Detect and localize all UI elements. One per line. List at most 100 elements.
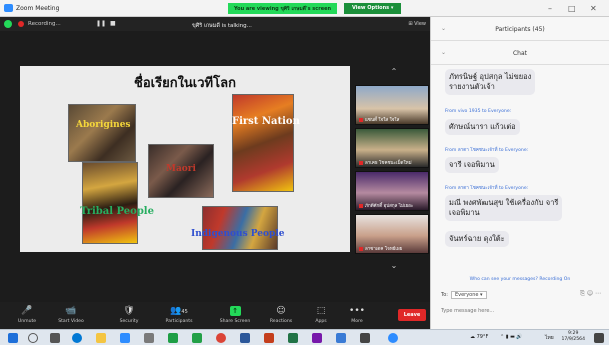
share-screen-button[interactable]: ↑ Share Screen xyxy=(216,305,254,324)
first-nation-photo xyxy=(232,94,294,192)
notification-icon[interactable] xyxy=(594,333,604,343)
gallery-tile[interactable]: ลาเคธ โชคชนะเม็ดใหม่ xyxy=(355,128,429,168)
chat-message: จันทร์ฉาย ดุงใต้ะ xyxy=(445,231,509,247)
viewing-banner: You are viewing ขุศิริ เกษมดี's screen xyxy=(228,3,338,14)
participant-name: แซนดี้ ใจใส ใจใส xyxy=(365,118,400,123)
chat-message: มณี พงศพัฒนสุข ใช้เครื่องกับ จารี เจอพิม… xyxy=(445,195,563,221)
view-options-button[interactable]: View Options ▾ xyxy=(344,3,402,14)
excel-icon[interactable] xyxy=(288,333,298,343)
talking-indicator: ขุศิริ เกษมดี is talking... xyxy=(192,23,252,29)
more-button[interactable]: ••• More xyxy=(338,305,376,324)
zoom-taskbar-icon[interactable] xyxy=(120,333,130,343)
file-explorer-icon[interactable] xyxy=(96,333,106,343)
to-label: To: xyxy=(441,292,448,298)
view-button[interactable]: ⊞ View xyxy=(408,21,426,27)
window-titlebar: Zoom Meeting You are viewing ขุศิริ เกษม… xyxy=(0,0,609,17)
chat-message: ภัทรนิษฐ์ อุปสกุล ไม่ขยอง รายงานตัวเจ้า xyxy=(445,69,536,95)
participant-name: ลาซาเดค โจทย์เผย xyxy=(365,247,403,252)
chat-message: ศักษณ์นารา แก้วเต่อ xyxy=(445,119,520,135)
more-options-icon[interactable]: ⋯ xyxy=(595,290,601,297)
chat-message-input[interactable] xyxy=(441,302,601,320)
weather-icon[interactable]: ☁ 79°F xyxy=(470,334,488,340)
pinned-app-icon[interactable] xyxy=(192,333,202,343)
pinned-app-icon[interactable] xyxy=(336,333,346,343)
shield-icon: 🛡 xyxy=(123,306,135,316)
minimize-icon[interactable]: – xyxy=(548,4,552,13)
chat-icons: ⎘ ☺ ⋯ xyxy=(580,290,601,298)
meeting-top-bar: Recording... ❚❚ ■ ขุศิริ เกษมดี is talki… xyxy=(0,17,430,31)
reactions-button[interactable]: ☺ Reactions xyxy=(262,305,300,324)
indigenous-people-photo xyxy=(202,206,278,250)
task-view-icon[interactable] xyxy=(50,333,60,343)
tile-name: ภักดีศักดิ์ อุปสกุล ไม่เยอะ xyxy=(359,202,413,209)
chat-sender: From ลาดา โชคชนะเจ้าที่ to Everyone: xyxy=(445,148,529,153)
chrome-icon[interactable] xyxy=(216,333,226,343)
muted-mic-icon xyxy=(359,203,363,208)
system-clock[interactable]: 9:29 17/9/2564 xyxy=(561,331,585,343)
recording-label: Recording... xyxy=(28,21,61,27)
encryption-shield-icon[interactable] xyxy=(4,20,12,28)
word-icon[interactable] xyxy=(240,333,250,343)
gallery-up-icon[interactable]: ⌃ xyxy=(382,67,406,81)
side-panel: ⌄ Participants (45) ⌄ Chat ภัทรนิษฐ์ อุป… xyxy=(430,17,609,329)
start-icon[interactable] xyxy=(8,333,18,343)
gallery-tile[interactable]: ภักดีศักดิ์ อุปสกุล ไม่เยอะ xyxy=(355,171,429,211)
meeting-area: Recording... ❚❚ ■ ขุศิริ เกษมดี is talki… xyxy=(0,17,430,302)
label-maori: Maori xyxy=(166,164,196,174)
participants-button[interactable]: 👥45 Participants xyxy=(160,305,198,324)
share-screen-label: Share Screen xyxy=(219,319,251,324)
stop-recording-button[interactable]: ■ xyxy=(110,20,116,27)
share-icon-wrap: ↑ xyxy=(216,305,254,317)
chat-message: จารี เจอพิมาน xyxy=(445,157,499,173)
video-camera-icon: 📹 xyxy=(65,306,77,316)
participants-icon-wrap: 👥45 xyxy=(160,305,198,317)
participant-count: 45 xyxy=(181,309,188,315)
search-icon[interactable] xyxy=(28,333,38,343)
recipient-dropdown[interactable]: Everyone ▾ xyxy=(450,291,487,299)
apps-label: Apps xyxy=(315,319,327,324)
tile-name: แซนดี้ ใจใส ใจใส xyxy=(359,116,399,123)
chat-sender: From vivo 1935 to Everyone: xyxy=(445,109,512,114)
pinned-app-icon[interactable] xyxy=(360,333,370,343)
powerpoint-icon[interactable] xyxy=(264,333,274,343)
leave-button[interactable]: Leave xyxy=(398,309,426,321)
edge-icon[interactable] xyxy=(72,333,82,343)
window-title: Zoom Meeting xyxy=(16,4,60,12)
share-screen-icon: ↑ xyxy=(229,306,241,316)
gallery-tile[interactable]: แซนดี้ ใจใส ใจใส xyxy=(355,85,429,125)
chat-messages: ภัทรนิษฐ์ อุปสกุล ไม่ขยอง รายงานตัวเจ้า … xyxy=(431,65,609,275)
start-video-button[interactable]: 📹 Start Video xyxy=(52,305,90,324)
security-button[interactable]: 🛡 Security xyxy=(110,305,148,324)
start-video-label: Start Video xyxy=(58,319,84,324)
unmute-button[interactable]: 🎤 Unmute xyxy=(8,305,46,324)
chat-header[interactable]: ⌄ Chat xyxy=(431,41,609,65)
tray-icons[interactable]: ⌃ ▮ ▬ 🔊 xyxy=(500,334,523,340)
file-icon[interactable]: ⎘ xyxy=(580,290,585,297)
weather-temp: 79°F xyxy=(476,334,489,340)
onenote-icon[interactable] xyxy=(312,333,322,343)
label-tribal-people: Tribal People xyxy=(80,206,154,217)
tribal-people-photo xyxy=(82,162,138,244)
pinned-app-icon[interactable] xyxy=(168,333,178,343)
aborigines-photo xyxy=(68,104,136,162)
pause-recording-button[interactable]: ❚❚ xyxy=(96,20,106,27)
close-icon[interactable]: ✕ xyxy=(590,4,597,13)
gallery-tile[interactable]: ลาซาเดค โจทย์เผย xyxy=(355,214,429,254)
participants-header[interactable]: ⌄ Participants (45) xyxy=(431,17,609,41)
chat-sender: From ลาดา โชคชนะเจ้าที่ to Everyone: xyxy=(445,186,529,191)
who-can-see-link[interactable]: Who can see your messages? Recording On xyxy=(431,277,609,282)
recording-icon xyxy=(18,21,24,27)
meeting-toolbar: 🎤 Unmute 📹 Start Video 🛡 Security 👥45 Pa… xyxy=(0,302,430,329)
muted-mic-icon xyxy=(359,246,363,251)
muted-mic-icon xyxy=(359,117,363,122)
zoom-active-icon[interactable] xyxy=(388,333,398,343)
pinned-app-icon[interactable] xyxy=(144,333,154,343)
participant-name: ลาเคธ โชคชนะเม็ดใหม่ xyxy=(365,161,412,166)
gallery-down-icon[interactable]: ⌄ xyxy=(382,261,406,275)
emoji-icon[interactable]: ☺ xyxy=(587,290,593,297)
maximize-icon[interactable]: □ xyxy=(568,4,576,13)
reactions-label: Reactions xyxy=(269,319,293,324)
language-indicator[interactable]: ไทย xyxy=(545,334,554,342)
apps-button[interactable]: ⬚ Apps xyxy=(302,305,340,324)
zoom-logo-icon xyxy=(4,4,13,12)
